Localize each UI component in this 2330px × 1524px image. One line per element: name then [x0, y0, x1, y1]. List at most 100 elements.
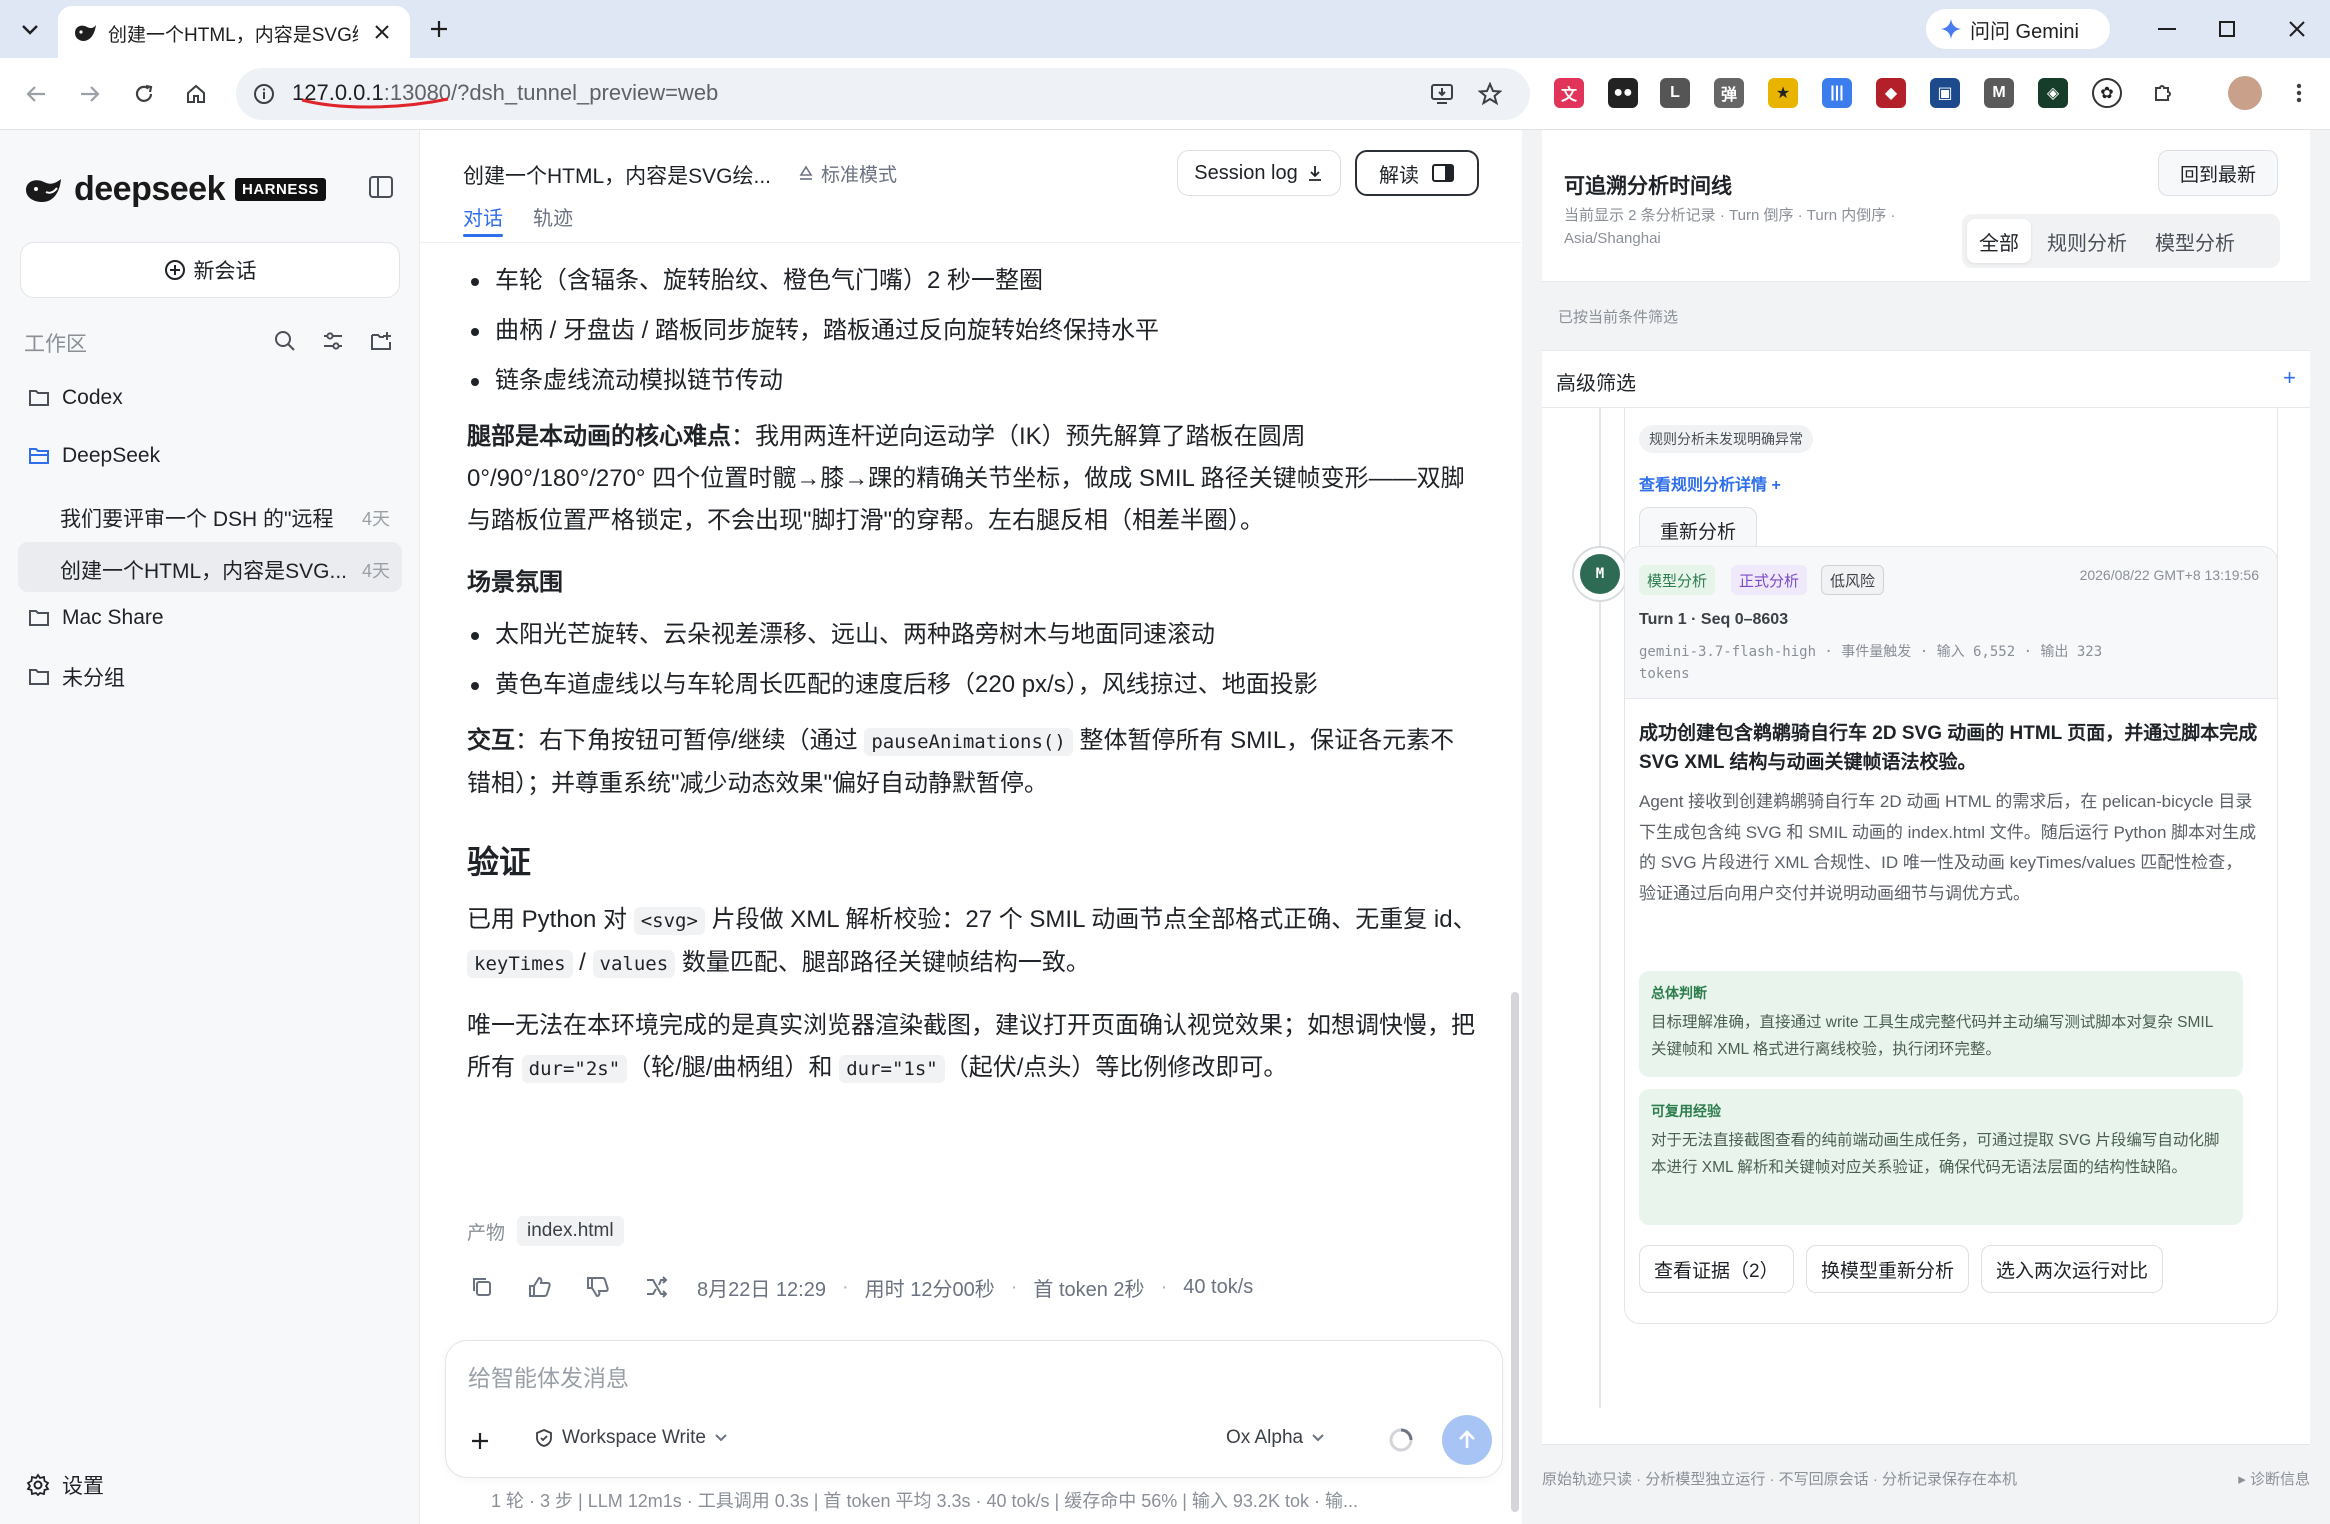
folder-codex[interactable]: Codex [28, 386, 123, 410]
extension-shield-icon[interactable]: ◆ [1876, 78, 1906, 108]
home-icon[interactable] [178, 76, 214, 112]
note-paragraph: 唯一无法在本环境完成的是真实浏览器渲染截图，建议打开页面确认视觉效果；如想调快慢… [467, 1005, 1477, 1090]
conversation-age: 4天 [361, 509, 390, 529]
timeline-node: M [1572, 546, 1628, 602]
bookmark-star-icon[interactable] [1474, 78, 1506, 110]
branch-icon[interactable] [639, 1270, 673, 1304]
install-app-icon[interactable] [1426, 78, 1458, 110]
window-close-icon[interactable] [2282, 14, 2312, 44]
message-composer[interactable]: 给智能体发消息 Workspace Write Ox Alpha [445, 1340, 1503, 1478]
chevron-down-icon [1312, 1434, 1324, 1442]
conversation-item-active[interactable]: 创建一个HTML，内容是SVG... 4天 [18, 542, 402, 592]
thumbs-up-icon[interactable] [523, 1270, 557, 1304]
workspace-write-select[interactable]: Workspace Write [534, 1427, 728, 1449]
workspace-label: 工作区 [24, 333, 87, 356]
diagnostics-toggle[interactable]: ▸ 诊断信息 [2238, 1468, 2310, 1489]
site-info-icon[interactable] [248, 78, 280, 110]
list-item: 车轮（含辐条、旋转胎纹、橙色气门嘴）2 秒一整圈 [467, 260, 1477, 302]
attach-plus-icon[interactable] [460, 1421, 500, 1461]
extension-openai-icon[interactable]: ✿ [2092, 78, 2122, 108]
rule-detail-link[interactable]: 查看规则分析详情 + [1639, 471, 1781, 495]
conversation-item[interactable]: 我们要评审一个 DSH 的"远程 4天 [18, 490, 402, 540]
filter-model[interactable]: 模型分析 [2143, 219, 2247, 263]
copy-icon[interactable] [465, 1270, 499, 1304]
profile-avatar[interactable] [2228, 76, 2262, 110]
interpret-button[interactable]: 解读 [1355, 150, 1479, 196]
search-icon[interactable] [270, 326, 300, 356]
switch-model-button[interactable]: 换模型重新分析 [1806, 1245, 1970, 1293]
folder-open-icon [29, 448, 49, 464]
extension-pig-icon[interactable]: ★ [1768, 78, 1798, 108]
message-input[interactable]: 给智能体发消息 [468, 1359, 629, 1393]
extension-danmaku-icon[interactable]: 弹 [1714, 78, 1744, 108]
thumbs-down-icon[interactable] [581, 1270, 615, 1304]
view-evidence-button[interactable]: 查看证据（2） [1639, 1245, 1794, 1293]
back-arrow-icon[interactable] [18, 76, 54, 112]
new-tab-button[interactable] [422, 12, 456, 46]
node-label: M [1580, 554, 1620, 594]
filter-rule[interactable]: 规则分析 [2035, 219, 2139, 263]
tab-search-button[interactable] [12, 12, 48, 48]
browser-tab-active[interactable]: 创建一个HTML，内容是SVG绘 [58, 6, 410, 58]
new-chat-button[interactable]: 新会话 [20, 242, 400, 298]
settings-button[interactable]: 设置 [26, 1470, 104, 1500]
overall-judgement-heading: 总体判断 [1651, 985, 1707, 1001]
back-to-latest-button[interactable]: 回到最新 [2158, 150, 2278, 196]
extension-chip-icon[interactable]: ◈ [2038, 78, 2068, 108]
advanced-filter-toggle[interactable]: 高级筛选 + [1542, 350, 2310, 408]
more-vert-icon[interactable] [2284, 78, 2314, 108]
close-icon[interactable] [368, 18, 396, 46]
minimize-icon[interactable] [2152, 14, 2182, 44]
divider [421, 242, 1521, 243]
send-button[interactable] [1442, 1415, 1492, 1465]
forward-arrow-icon[interactable] [72, 76, 108, 112]
ask-gemini-button[interactable]: 问问 Gemini [1926, 9, 2110, 49]
filter-all[interactable]: 全部 [1967, 219, 2031, 263]
folder-mac-share[interactable]: Mac Share [28, 606, 164, 630]
text: ：右下角按钮可暂停/继续（通过 [515, 727, 865, 754]
expand-plus-icon: + [2283, 365, 2296, 390]
model-info: gemini-3.7-flash-high · 事件量触发 · 输入 6,552… [1639, 644, 2103, 682]
mode-label: 标准模式 [821, 165, 898, 186]
extensions-puzzle-icon[interactable] [2148, 78, 2178, 108]
separator-dot: · [841, 1275, 849, 1298]
artifact-file-chip[interactable]: index.html [517, 1216, 624, 1246]
maximize-icon[interactable] [2212, 14, 2242, 44]
interaction-paragraph: 交互：右下角按钮可暂停/继续（通过 pauseAnimations() 整体暂停… [467, 720, 1477, 805]
extension-mask-icon[interactable]: ●● [1608, 78, 1638, 108]
sidebar-toggle-icon[interactable] [364, 170, 398, 204]
extension-m-icon[interactable]: M [1984, 78, 2014, 108]
reload-icon[interactable] [126, 76, 162, 112]
address-bar[interactable]: 127.0.0.1:13080/?dsh_tunnel_preview=web [236, 68, 1530, 120]
separator-dot: · [1160, 1275, 1168, 1298]
folder-deepseek[interactable]: DeepSeek [28, 444, 160, 468]
compare-runs-button[interactable]: 选入两次运行对比 [1981, 1245, 2164, 1293]
text: 数量匹配、腿部路径关键帧结构一致。 [675, 949, 1090, 976]
model-select[interactable]: Ox Alpha [1226, 1427, 1325, 1449]
new-folder-icon[interactable] [366, 326, 396, 356]
analysis-type-filter: 全部 规则分析 模型分析 [1962, 214, 2280, 268]
scene-heading: 场景氛围 [467, 562, 1477, 604]
tab-trace[interactable]: 轨迹 [533, 202, 573, 231]
panel-footer-note: 原始轨迹只读 · 分析模型独立运行 · 不写回原会话 · 分析记录保存在本机 [1542, 1471, 2017, 1488]
badge-formal-analysis: 正式分析 [1731, 565, 1808, 595]
analysis-headline: 成功创建包含鹈鹕骑自行车 2D SVG 动画的 HTML 页面，并通过脚本完成 … [1639, 723, 2258, 773]
extension-l-icon[interactable]: L [1660, 78, 1690, 108]
scrollbar[interactable] [1509, 242, 1521, 1524]
scene-list: 太阳光芒旋转、云朵视差漂移、远山、两种路旁树木与地面同速滚动 黄色车道虚线以与车… [467, 614, 1477, 706]
timeline-title: 可追溯分析时间线 [1564, 175, 1732, 198]
filter-sliders-icon[interactable] [318, 326, 348, 356]
extension-screenshot-icon[interactable]: ▣ [1930, 78, 1960, 108]
active-tab-indicator [463, 234, 503, 237]
extension-translate-icon[interactable]: 文 [1554, 78, 1584, 108]
scrollbar-thumb[interactable] [1511, 992, 1519, 1512]
folder-ungrouped[interactable]: 未分组 [28, 662, 125, 692]
mode-indicator[interactable]: 标准模式 [797, 160, 897, 187]
tab-dialog[interactable]: 对话 [463, 202, 503, 231]
rule-result-chip: 规则分析未发现明确异常 [1639, 425, 1813, 453]
extension-audio-icon[interactable]: ||| [1822, 78, 1852, 108]
list-item: 链条虚线流动模拟链节传动 [467, 360, 1477, 402]
text: / [572, 949, 593, 976]
session-log-button[interactable]: Session log [1177, 150, 1341, 196]
workspace-write-label: Workspace Write [562, 1427, 706, 1448]
